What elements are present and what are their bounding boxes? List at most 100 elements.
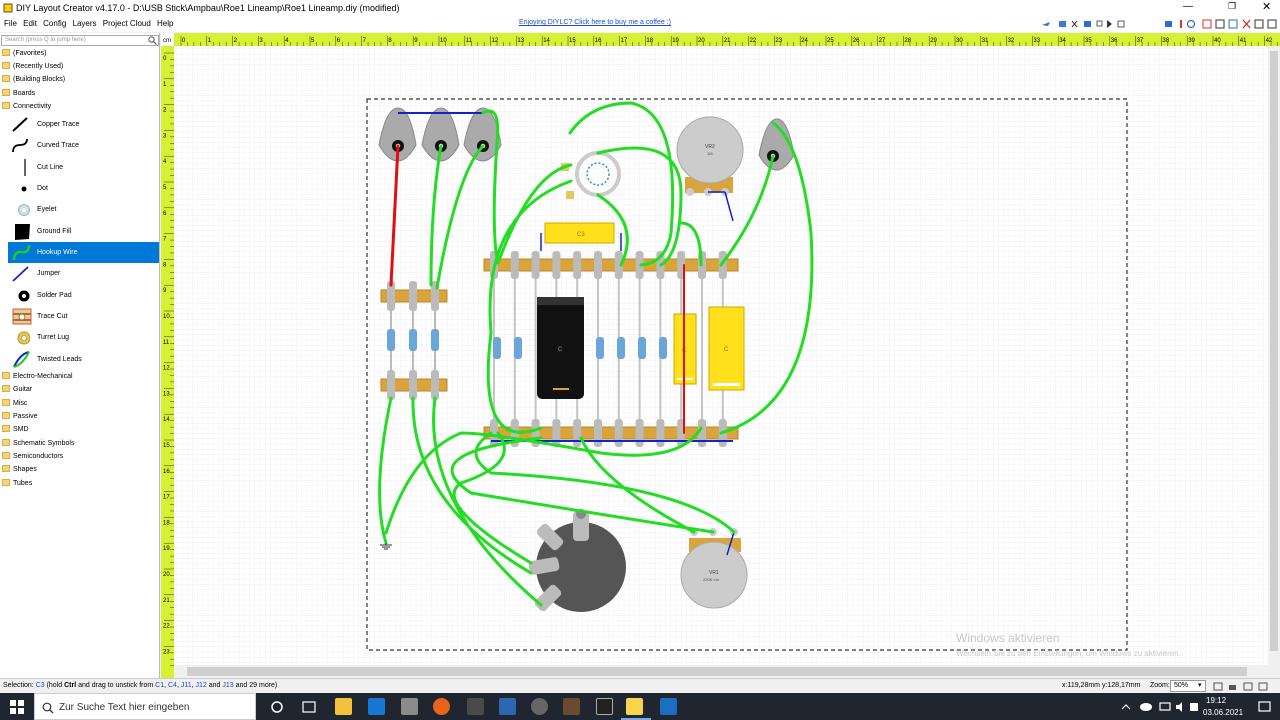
- category-favorites[interactable]: (Favorites): [2, 48, 46, 60]
- media-icon[interactable]: [596, 698, 613, 715]
- component-eyelet[interactable]: Eyelet: [8, 199, 159, 220]
- window-title: DIY Layout Creator v4.17.0 - D:\USB Stic…: [16, 3, 400, 13]
- ruler-label: 16: [595, 38, 602, 44]
- category-tubes[interactable]: Tubes: [2, 478, 32, 490]
- activation-watermark-title: Windows aktivieren: [956, 631, 1059, 645]
- ruler-label: 24: [801, 38, 808, 44]
- tray-icons: [1121, 702, 1198, 712]
- component-ground-fill[interactable]: Ground Fill: [8, 221, 159, 242]
- ref-link[interactable]: J11: [181, 682, 192, 689]
- diylc-taskbar-icon[interactable]: [626, 698, 643, 715]
- category-connectivity[interactable]: Connectivity: [2, 101, 51, 113]
- app-icon[interactable]: [660, 698, 677, 715]
- component-trace-cut[interactable]: Trace Cut: [8, 306, 159, 327]
- menu-config[interactable]: Config: [43, 19, 66, 28]
- ref-link[interactable]: C4: [168, 682, 177, 689]
- component-solder-pad[interactable]: Solder Pad: [8, 285, 159, 306]
- ruler-label: 21: [163, 598, 170, 604]
- search-icon: [42, 702, 54, 714]
- electrolytic-capacitor[interactable]: C: [537, 297, 584, 399]
- solder-lug[interactable]: [552, 251, 561, 279]
- solder-lug[interactable]: [573, 419, 582, 447]
- status-icons: [1213, 682, 1268, 691]
- category-guitar[interactable]: Guitar: [2, 384, 32, 396]
- ref-link[interactable]: J13: [222, 682, 233, 689]
- potentiometer-vr1[interactable]: VR1 220K Lin: [680, 528, 748, 609]
- horizontal-scrollbar-thumb[interactable]: [187, 667, 1247, 676]
- ruler-label: 37: [1137, 38, 1144, 44]
- canvas-area[interactable]: cm 0 1 2 3 4 5 6 7 8 9 10 11 12 13 14 15 16 17 18 19 20 21 22 2…: [161, 33, 1280, 678]
- minimize-button[interactable]: —: [1183, 1, 1193, 12]
- component-curved-trace[interactable]: Curved Trace: [8, 135, 159, 156]
- photos-icon[interactable]: [563, 698, 580, 715]
- component-cut-line[interactable]: Cut Line: [8, 157, 159, 178]
- category-boards[interactable]: Boards: [2, 88, 35, 100]
- vertical-scrollbar-thumb[interactable]: [1270, 51, 1278, 651]
- maximize-button[interactable]: ❐: [1228, 1, 1236, 12]
- ruler-label: 22: [163, 624, 170, 630]
- menu-project-cloud[interactable]: Project Cloud: [103, 19, 151, 28]
- close-button[interactable]: ✕: [1262, 0, 1271, 13]
- calculator-icon[interactable]: [499, 698, 516, 715]
- category-recently-used[interactable]: (Recently Used): [2, 61, 63, 73]
- menu-layers[interactable]: Layers: [73, 19, 97, 28]
- app-icon[interactable]: [401, 698, 418, 715]
- task-view-icon[interactable]: [302, 700, 316, 714]
- inkscape-icon[interactable]: [467, 698, 484, 715]
- solder-lug[interactable]: [552, 419, 561, 447]
- file-explorer-icon[interactable]: [335, 698, 352, 715]
- category-passive[interactable]: Passive: [2, 411, 38, 423]
- layout-canvas[interactable]: cm 0 1 2 3 4 5 6 7 8 9 10 11 12 13 14 15 16 17 18 19 20 21 22 2…: [161, 33, 1280, 678]
- component-dot[interactable]: Dot: [8, 178, 159, 199]
- selection-status: Selection: C3 (hold Ctrl and drag to uns…: [3, 682, 278, 689]
- ref-link[interactable]: C1: [155, 682, 164, 689]
- mail-icon[interactable]: [368, 698, 385, 715]
- category-electro-mechanical[interactable]: Electro-Mechanical: [2, 371, 73, 383]
- solder-lug[interactable]: [594, 251, 602, 279]
- category-shapes[interactable]: Shapes: [2, 464, 37, 476]
- firefox-icon[interactable]: [433, 698, 450, 715]
- windows-start-icon[interactable]: [10, 700, 24, 714]
- component-copper-trace[interactable]: Copper Trace: [8, 114, 159, 135]
- solder-lug[interactable]: [635, 419, 644, 447]
- settings-icon[interactable]: [531, 698, 548, 715]
- ref-link[interactable]: J12: [196, 682, 207, 689]
- category-schematic-symbols[interactable]: Schematic Symbols: [2, 438, 74, 450]
- ruler-label: 26: [853, 38, 860, 44]
- ruler-label: 12: [163, 366, 170, 372]
- solder-lug[interactable]: [531, 251, 540, 279]
- component-twisted-leads[interactable]: Twisted Leads: [8, 349, 159, 370]
- menu-help[interactable]: Help: [157, 19, 173, 28]
- clock-time: 19:12: [1206, 696, 1227, 705]
- volume-icon: [1176, 702, 1182, 712]
- solder-lug[interactable]: [594, 419, 602, 447]
- search-input[interactable]: Search (press Q to jump here): [1, 35, 159, 46]
- copper-trace-icon: [12, 117, 28, 132]
- solder-lug[interactable]: [510, 251, 519, 279]
- taskbar-search-box[interactable]: Zur Suche Text hier eingeben: [34, 693, 256, 720]
- cortana-icon[interactable]: [270, 700, 284, 714]
- trace-cut-icon: [12, 308, 32, 325]
- component-turret-lug[interactable]: Turret Lug: [8, 327, 159, 348]
- menu-file[interactable]: File: [4, 19, 17, 28]
- component-palette: Search (press Q to jump here) (Favorites…: [0, 33, 160, 678]
- category-building-blocks[interactable]: (Building Blocks): [2, 74, 65, 86]
- svg-text:VR1: VR1: [709, 570, 719, 576]
- category-semiconductors[interactable]: Semiconductors: [2, 451, 63, 463]
- tag-strip-small-bottom[interactable]: [380, 370, 448, 400]
- ruler-label: 19: [163, 546, 170, 552]
- zoom-select[interactable]: 50% ▾: [1170, 680, 1206, 692]
- category-misc[interactable]: Misc: [2, 398, 27, 410]
- ruler-label: 10: [163, 314, 170, 320]
- notification-icon[interactable]: [1258, 701, 1272, 713]
- search-icon[interactable]: [148, 36, 157, 45]
- component-jumper[interactable]: Jumper: [8, 263, 159, 284]
- category-smd[interactable]: SMD: [2, 424, 29, 436]
- component-hookup-wire[interactable]: Hookup Wire: [8, 242, 159, 263]
- solder-lug[interactable]: [573, 251, 582, 279]
- solder-lug[interactable]: [656, 419, 665, 447]
- donate-link[interactable]: Enjoying DIYLC? Click here to buy me a c…: [519, 19, 671, 26]
- film-capacitor-2[interactable]: C: [708, 306, 745, 391]
- solder-lug[interactable]: [614, 419, 623, 447]
- menu-edit[interactable]: Edit: [23, 19, 37, 28]
